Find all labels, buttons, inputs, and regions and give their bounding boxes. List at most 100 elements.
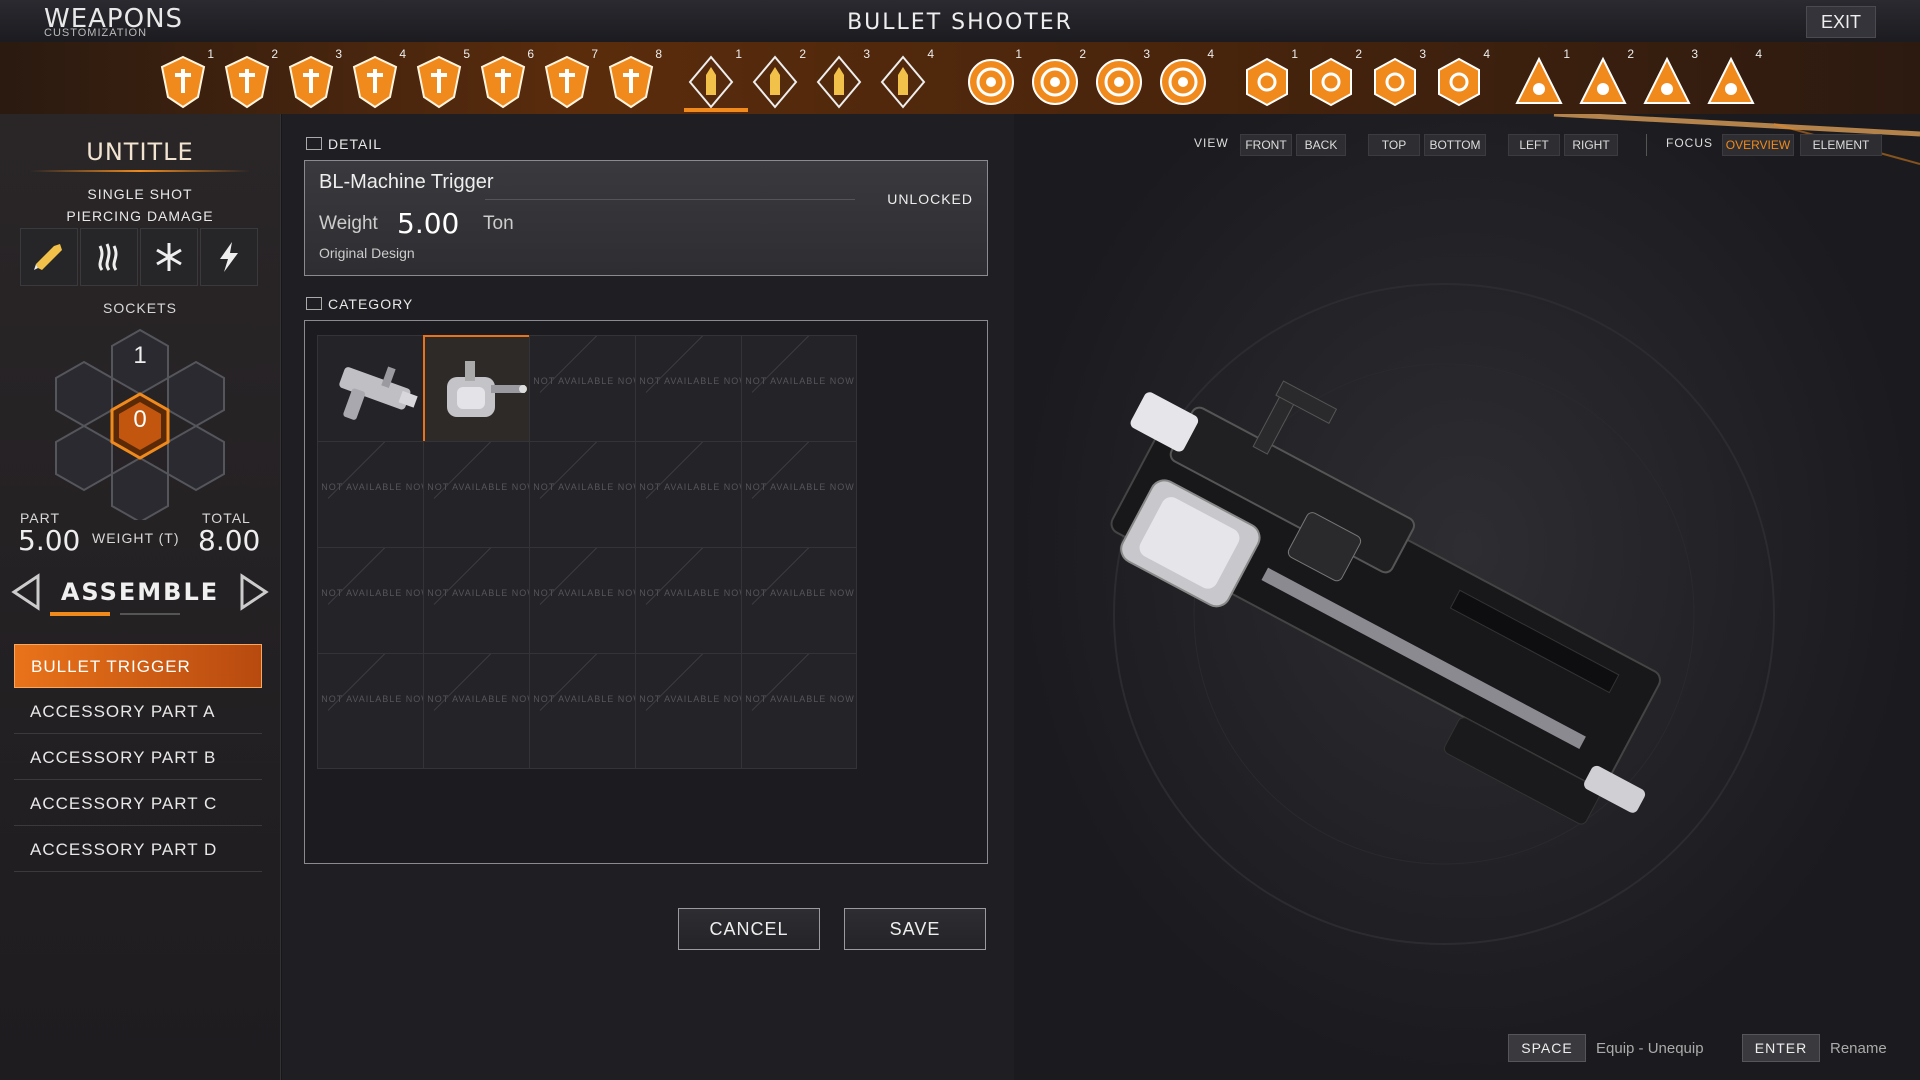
view-front-button[interactable]: FRONT: [1240, 134, 1292, 156]
category-item-unavailable[interactable]: NOT AVAILABLE NOW: [529, 653, 645, 769]
category-item-unavailable[interactable]: NOT AVAILABLE NOW: [317, 653, 433, 769]
selected-slot-indicator: [684, 108, 748, 112]
heat-icon: [80, 228, 138, 286]
weapon-name[interactable]: UNTITLE: [0, 138, 280, 166]
slot-hex-1[interactable]: 1: [1240, 47, 1298, 107]
bullet-icon: [20, 228, 78, 286]
slot-number: 2: [271, 47, 278, 61]
slot-target-4[interactable]: 4: [1156, 47, 1214, 107]
view-bottom-button[interactable]: BOTTOM: [1424, 134, 1486, 156]
not-available-text: NOT AVAILABLE NOW: [639, 376, 749, 386]
category-item-unavailable[interactable]: NOT AVAILABLE NOW: [529, 547, 645, 663]
view-back-button[interactable]: BACK: [1296, 134, 1346, 156]
slot-shield-6[interactable]: 6: [476, 47, 534, 109]
space-key-hint: SPACE: [1508, 1034, 1586, 1062]
detail-box: BL-Machine Trigger UNLOCKED Weight 5.00 …: [304, 160, 988, 276]
category-item-unavailable[interactable]: NOT AVAILABLE NOW: [423, 547, 539, 663]
save-button[interactable]: SAVE: [844, 908, 986, 950]
category-section-label: CATEGORY: [306, 296, 413, 312]
slot-shield-3[interactable]: 3: [284, 47, 342, 109]
exit-button[interactable]: EXIT: [1806, 6, 1876, 38]
category-item-unavailable[interactable]: NOT AVAILABLE NOW: [635, 547, 751, 663]
slot-triangle-2[interactable]: 2: [1576, 47, 1634, 107]
slot-number: 1: [1291, 47, 1298, 61]
part-item-accessory-part-a[interactable]: ACCESSORY PART A: [14, 690, 262, 734]
view-right-button[interactable]: RIGHT: [1564, 134, 1618, 156]
part-item-accessory-part-d[interactable]: ACCESSORY PART D: [14, 828, 262, 872]
category-item-unavailable[interactable]: NOT AVAILABLE NOW: [423, 653, 539, 769]
category-item-trigger-a[interactable]: [317, 335, 433, 451]
slot-number: 3: [1419, 47, 1426, 61]
damage-type: PIERCING DAMAGE: [66, 208, 214, 224]
slot-number: 1: [1015, 47, 1022, 61]
slot-number: 4: [927, 47, 934, 61]
assemble-next-arrow[interactable]: [236, 572, 270, 612]
folder-icon: [306, 137, 322, 150]
focus-overview-button[interactable]: OVERVIEW: [1722, 134, 1794, 156]
slot-number: 7: [591, 47, 598, 61]
socket-center-value[interactable]: 0: [128, 406, 152, 434]
part-item-accessory-part-b[interactable]: ACCESSORY PART B: [14, 736, 262, 780]
view-left-button[interactable]: LEFT: [1508, 134, 1560, 156]
view-top-button[interactable]: TOP: [1368, 134, 1420, 156]
slot-number: 4: [1483, 47, 1490, 61]
slot-bullet-3[interactable]: 3: [812, 47, 870, 109]
slot-shield-7[interactable]: 7: [540, 47, 598, 109]
slot-target-3[interactable]: 3: [1092, 47, 1150, 107]
weapon-summary-panel: UNTITLE SINGLE SHOT PIERCING DAMAGE SOCK…: [0, 114, 281, 1080]
slot-bullet-4[interactable]: 4: [876, 47, 934, 109]
slot-number: 3: [1691, 47, 1698, 61]
slot-shield-2[interactable]: 2: [220, 47, 278, 109]
total-weight-value: 8.00: [198, 524, 261, 557]
slot-shield-4[interactable]: 4: [348, 47, 406, 109]
not-available-text: NOT AVAILABLE NOW: [745, 588, 855, 598]
not-available-text: NOT AVAILABLE NOW: [745, 482, 855, 492]
category-item-unavailable[interactable]: NOT AVAILABLE NOW: [741, 335, 857, 451]
slot-number: 4: [1207, 47, 1214, 61]
focus-element-button[interactable]: ELEMENT: [1800, 134, 1882, 156]
slot-number: 2: [1627, 47, 1634, 61]
not-available-text: NOT AVAILABLE NOW: [745, 694, 855, 704]
slot-target-1[interactable]: 1: [964, 47, 1022, 107]
part-item-accessory-part-c[interactable]: ACCESSORY PART C: [14, 782, 262, 826]
slot-shield-5[interactable]: 5: [412, 47, 470, 109]
not-available-text: NOT AVAILABLE NOW: [533, 694, 643, 704]
category-item-unavailable[interactable]: NOT AVAILABLE NOW: [635, 335, 751, 451]
slot-bullet-2[interactable]: 2: [748, 47, 806, 109]
category-item-unavailable[interactable]: NOT AVAILABLE NOW: [741, 547, 857, 663]
category-item-unavailable[interactable]: NOT AVAILABLE NOW: [317, 547, 433, 663]
assemble-progress-active: [50, 612, 110, 616]
slot-shield-1[interactable]: 1: [156, 47, 214, 109]
slot-hex-3[interactable]: 3: [1368, 47, 1426, 107]
category-item-unavailable[interactable]: NOT AVAILABLE NOW: [317, 441, 433, 557]
screen-title: BULLET SHOOTER: [847, 10, 1073, 35]
frost-icon: [140, 228, 198, 286]
slot-triangle-1[interactable]: 1: [1512, 47, 1570, 107]
slot-hex-4[interactable]: 4: [1432, 47, 1490, 107]
category-item-unavailable[interactable]: NOT AVAILABLE NOW: [741, 441, 857, 557]
cancel-button[interactable]: CANCEL: [678, 908, 820, 950]
category-item-unavailable[interactable]: NOT AVAILABLE NOW: [423, 441, 539, 557]
category-item-unavailable[interactable]: NOT AVAILABLE NOW: [529, 335, 645, 451]
slot-hex-2[interactable]: 2: [1304, 47, 1362, 107]
part-weight-value: 5.00: [18, 524, 81, 557]
category-item-unavailable[interactable]: NOT AVAILABLE NOW: [635, 441, 751, 557]
weapon-preview[interactable]: VIEW FRONT BACK TOP BOTTOM LEFT RIGHT FO…: [1014, 114, 1920, 1080]
slot-bullet-1[interactable]: 1: [684, 47, 742, 109]
category-item-unavailable[interactable]: NOT AVAILABLE NOW: [635, 653, 751, 769]
category-item-unavailable[interactable]: NOT AVAILABLE NOW: [529, 441, 645, 557]
enter-key-desc: Rename: [1830, 1040, 1887, 1057]
slot-shield-8[interactable]: 8: [604, 47, 662, 109]
weight-unit-label: WEIGHT (T): [92, 530, 180, 546]
part-item-bullet-trigger[interactable]: BULLET TRIGGER: [14, 644, 262, 688]
category-item-machine-trigger[interactable]: [423, 335, 539, 451]
slot-number: 4: [1755, 47, 1762, 61]
detail-weight-value: 5.00: [397, 207, 460, 240]
socket-top-value[interactable]: 1: [130, 342, 150, 370]
slot-target-2[interactable]: 2: [1028, 47, 1086, 107]
slot-number: 5: [463, 47, 470, 61]
category-item-unavailable[interactable]: NOT AVAILABLE NOW: [741, 653, 857, 769]
slot-triangle-3[interactable]: 3: [1640, 47, 1698, 107]
slot-number: 3: [335, 47, 342, 61]
slot-triangle-4[interactable]: 4: [1704, 47, 1762, 107]
